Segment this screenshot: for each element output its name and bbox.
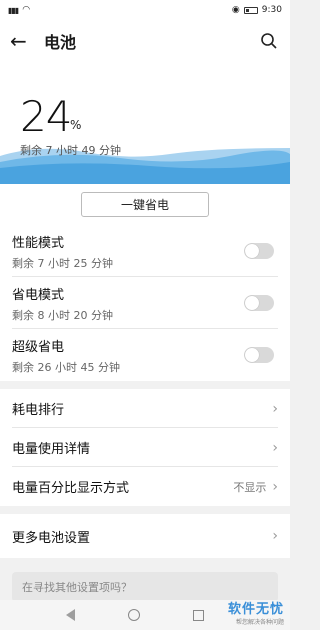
mode-performance[interactable]: 性能模式 剩余 7 小时 25 分钟 bbox=[0, 225, 290, 277]
battery-remaining: 剩余 7 小时 49 分钟 bbox=[20, 144, 121, 157]
row-value: 不显示 bbox=[233, 480, 267, 494]
mode-ultra-saving[interactable]: 超级省电 剩余 26 小时 45 分钟 bbox=[0, 329, 290, 381]
battery-icon bbox=[243, 6, 258, 14]
nav-back-icon[interactable] bbox=[66, 609, 76, 621]
row-label: 耗电排行 bbox=[12, 403, 65, 418]
more-battery-settings-row[interactable]: 更多电池设置 › bbox=[0, 514, 290, 558]
row-label: 电量使用详情 bbox=[12, 442, 91, 457]
back-arrow-icon[interactable]: ← bbox=[10, 29, 36, 53]
usage-details-row[interactable]: 电量使用详情 › bbox=[0, 428, 290, 467]
one-click-wrap: 一键省电 bbox=[0, 184, 290, 225]
chevron-right-icon: › bbox=[272, 439, 278, 456]
app-bar: ← 电池 bbox=[0, 20, 290, 62]
performance-toggle[interactable] bbox=[244, 243, 274, 259]
mode-sub: 剩余 8 小时 20 分钟 bbox=[12, 308, 113, 322]
ultra-saving-toggle[interactable] bbox=[244, 347, 274, 363]
chevron-right-icon: › bbox=[272, 528, 278, 544]
modes-card: 性能模式 剩余 7 小时 25 分钟 省电模式 剩余 8 小时 20 分钟 超级… bbox=[0, 225, 290, 381]
watermark-subtitle: 帮您解决各种问题 bbox=[235, 619, 284, 626]
nav-home-icon[interactable] bbox=[127, 609, 140, 621]
status-time: 9:30 bbox=[261, 5, 282, 15]
mode-name: 超级省电 bbox=[12, 339, 65, 355]
watermark-logo: 软件无忧 帮您解决各种问题 bbox=[228, 598, 284, 626]
mode-power-saving[interactable]: 省电模式 剩余 8 小时 20 分钟 bbox=[0, 277, 290, 329]
mode-sub: 剩余 7 小时 25 分钟 bbox=[12, 256, 113, 270]
power-saving-toggle[interactable] bbox=[244, 295, 274, 311]
battery-percent-unit: % bbox=[70, 118, 82, 132]
mode-name: 性能模式 bbox=[12, 235, 65, 251]
mode-name: 省电模式 bbox=[12, 287, 65, 303]
power-ranking-row[interactable]: 耗电排行 › bbox=[0, 389, 290, 428]
section-gap bbox=[0, 381, 290, 389]
battery-hero: 24 % 剩余 7 小时 49 分钟 bbox=[0, 62, 290, 184]
percent-display-row[interactable]: 电量百分比显示方式 不显示 › bbox=[0, 467, 290, 506]
wifi-icon: ◠ bbox=[22, 5, 31, 15]
watermark-title: 软件无忧 bbox=[227, 602, 284, 617]
one-click-save-button[interactable]: 一键省电 bbox=[81, 192, 209, 217]
signal-icon: ▮▮▮ bbox=[8, 5, 19, 15]
status-bar: ▮▮▮ ◠ ◉ 9:30 bbox=[0, 0, 290, 20]
row-label: 更多电池设置 bbox=[12, 530, 91, 546]
page-title: 电池 bbox=[44, 33, 77, 52]
nav-recent-icon[interactable] bbox=[192, 609, 204, 621]
chevron-right-icon: › bbox=[272, 478, 278, 495]
row-label: 电量百分比显示方式 bbox=[12, 481, 130, 496]
eye-icon: ◉ bbox=[231, 5, 240, 15]
search-placeholder: 在寻找其他设置项吗？ bbox=[22, 581, 132, 594]
mode-sub: 剩余 26 小时 45 分钟 bbox=[12, 360, 120, 374]
search-icon[interactable] bbox=[258, 30, 280, 52]
section-gap bbox=[0, 506, 290, 514]
chevron-right-icon: › bbox=[272, 400, 278, 417]
